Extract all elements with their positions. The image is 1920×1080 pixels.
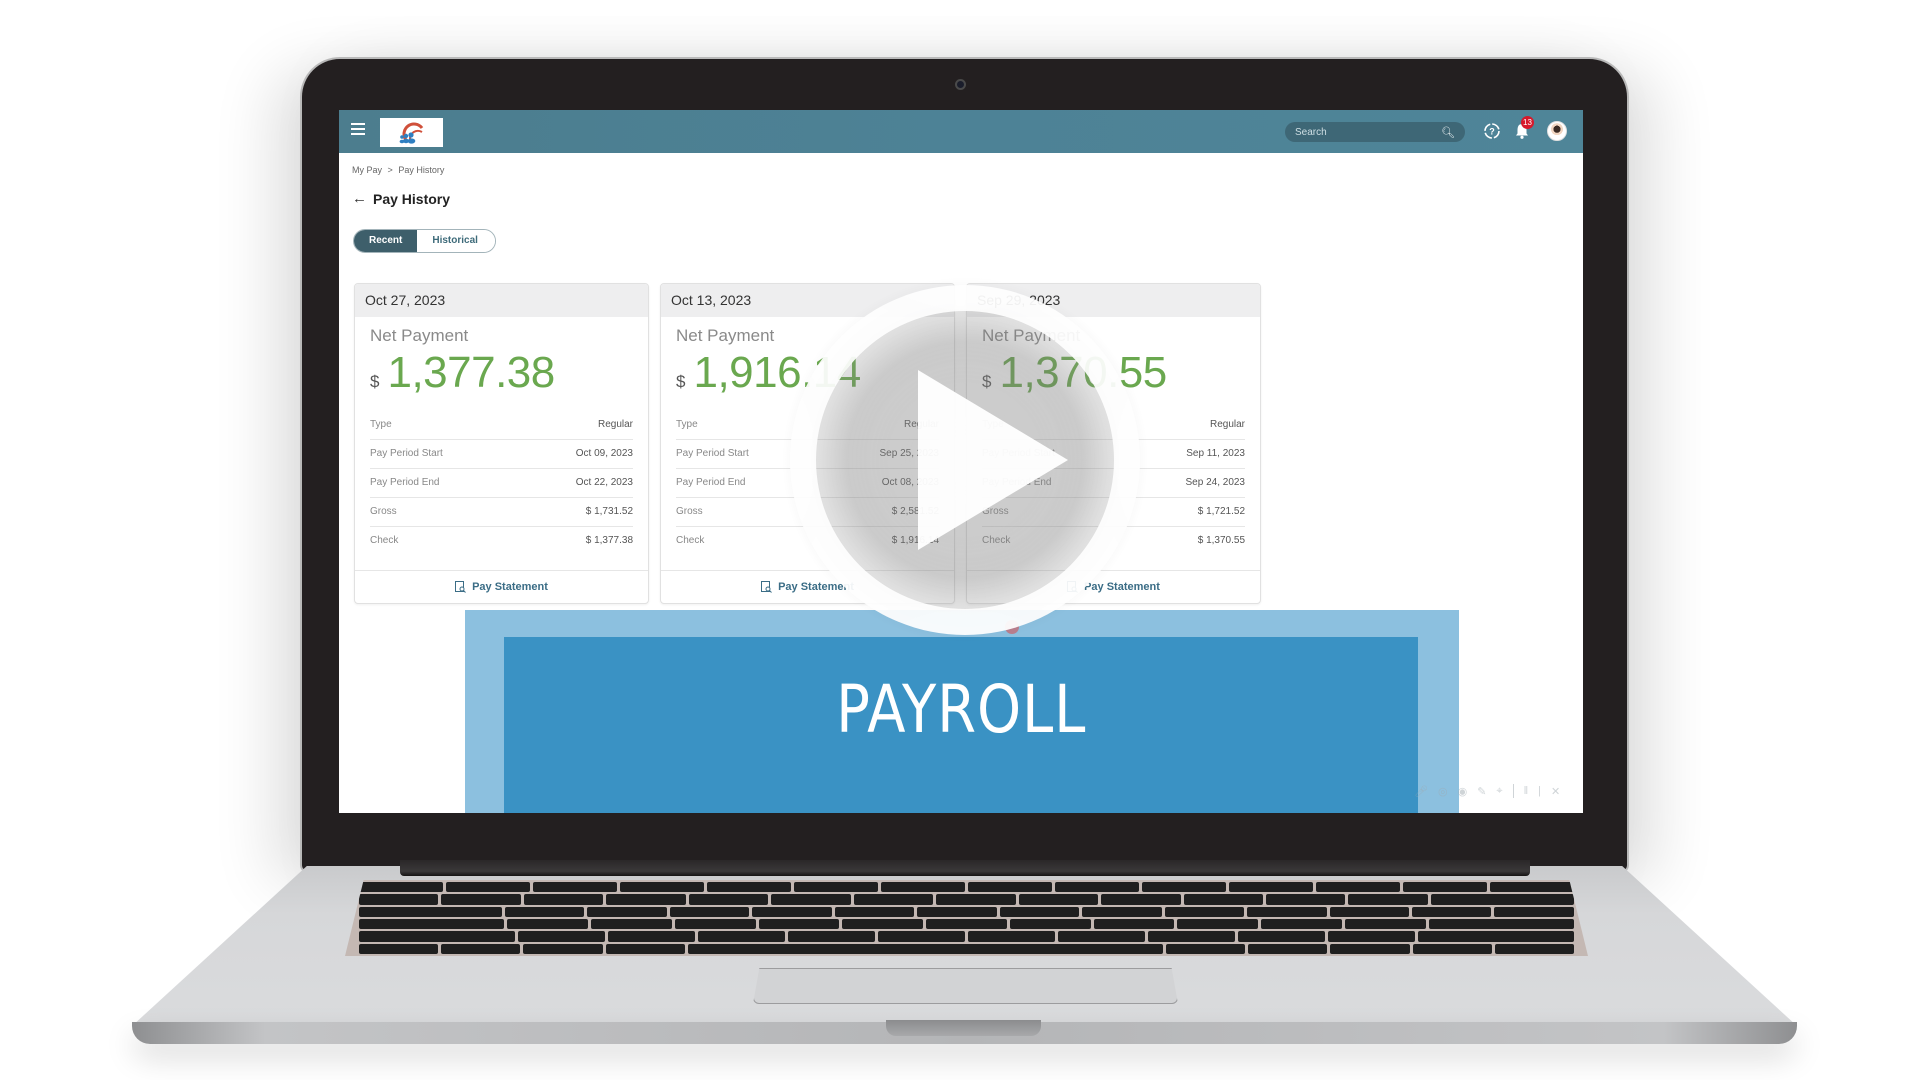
detail-value: Oct 09, 2023 bbox=[575, 448, 633, 459]
recording-toolbar: 🎤︎ ◎ ◉ ✎ ⌖ ‖ | ✕ bbox=[1414, 784, 1560, 798]
search-box[interactable]: 🔍︎ bbox=[1285, 122, 1465, 142]
currency-symbol: $ bbox=[676, 372, 686, 391]
payroll-banner-inner: PAYROLL bbox=[504, 637, 1418, 813]
detail-label: Pay Period Start bbox=[370, 448, 443, 459]
camera-icon bbox=[955, 79, 966, 90]
pay-card: Oct 27, 2023 Net Payment $ 1,377.38 Type… bbox=[354, 283, 649, 604]
currency-symbol: $ bbox=[370, 372, 380, 391]
pencil-icon[interactable]: ✎ bbox=[1477, 785, 1486, 798]
detail-value: $ 1,731.52 bbox=[585, 506, 633, 517]
tab-historical[interactable]: Historical bbox=[417, 230, 495, 252]
detail-label: Check bbox=[370, 535, 399, 546]
detail-label: Pay Period Start bbox=[676, 448, 749, 459]
close-icon[interactable]: ✕ bbox=[1551, 785, 1560, 798]
detail-row: Type Regular bbox=[370, 411, 633, 440]
document-search-icon bbox=[761, 581, 772, 593]
detail-label: Type bbox=[370, 419, 392, 430]
detail-value: Sep 24, 2023 bbox=[1185, 477, 1246, 488]
laptop-notch bbox=[886, 1020, 1041, 1036]
page-title: Pay History bbox=[373, 190, 451, 207]
detail-label: Type bbox=[676, 419, 698, 430]
breadcrumb-separator: > bbox=[387, 165, 393, 175]
detail-value: Oct 22, 2023 bbox=[575, 477, 633, 488]
pay-details: Type Regular Pay Period Start Oct 09, 2023… bbox=[370, 411, 633, 556]
search-input[interactable] bbox=[1295, 126, 1442, 138]
detail-value: Regular bbox=[597, 419, 633, 430]
detail-value: Regular bbox=[1209, 419, 1245, 430]
payroll-title: PAYROLL bbox=[835, 671, 1087, 748]
hamburger-icon[interactable] bbox=[351, 123, 365, 137]
arrow-left-icon[interactable]: ← bbox=[352, 190, 367, 207]
detail-label: Pay Period End bbox=[676, 477, 746, 488]
laptop-trackpad bbox=[753, 968, 1178, 1004]
help-icon[interactable]: ? bbox=[1482, 121, 1502, 141]
svg-text:?: ? bbox=[1489, 127, 1495, 137]
stop-icon[interactable]: | bbox=[1538, 785, 1541, 797]
laptop-keyboard bbox=[345, 880, 1588, 956]
video-play-button[interactable] bbox=[780, 275, 1150, 645]
user-avatar[interactable] bbox=[1547, 121, 1567, 141]
pay-statement-link[interactable]: Pay Statement bbox=[355, 570, 648, 603]
detail-label: Pay Period End bbox=[370, 477, 440, 488]
pay-statement-label[interactable]: Pay Statement bbox=[472, 581, 548, 593]
detail-label: Gross bbox=[676, 506, 703, 517]
detail-row: Pay Period Start Oct 09, 2023 bbox=[370, 440, 633, 469]
toolbar-divider bbox=[1512, 784, 1514, 798]
company-logo[interactable] bbox=[380, 118, 443, 147]
play-icon bbox=[918, 370, 1068, 550]
tab-recent[interactable]: Recent bbox=[354, 230, 418, 252]
breadcrumb-my-pay[interactable]: My Pay bbox=[352, 165, 382, 175]
cursor-icon[interactable]: ⌖ bbox=[1496, 785, 1502, 798]
detail-row: Gross $ 1,731.52 bbox=[370, 498, 633, 527]
detail-value: $ 1,370.55 bbox=[1197, 535, 1245, 546]
net-payment-value: 1,377.38 bbox=[387, 348, 555, 397]
detail-label: Check bbox=[676, 535, 705, 546]
detail-row: Pay Period End Oct 22, 2023 bbox=[370, 469, 633, 498]
detail-value: Sep 11, 2023 bbox=[1186, 448, 1245, 459]
camera-icon[interactable]: ◎ bbox=[1438, 785, 1448, 798]
mic-icon[interactable]: 🎤︎ bbox=[1414, 785, 1428, 798]
detail-value: $ 1,721.52 bbox=[1197, 506, 1245, 517]
webcam-icon[interactable]: ◉ bbox=[1458, 785, 1468, 798]
pay-date: Oct 27, 2023 bbox=[355, 284, 648, 317]
detail-row: Check $ 1,377.38 bbox=[370, 527, 633, 556]
laptop-hinge bbox=[400, 860, 1530, 876]
tab-group: Recent Historical bbox=[353, 229, 496, 253]
search-icon[interactable]: 🔍︎ bbox=[1441, 126, 1455, 139]
pause-icon[interactable]: ‖ bbox=[1524, 785, 1529, 797]
page-header: ← Pay History bbox=[352, 190, 450, 207]
detail-value: $ 1,377.38 bbox=[585, 535, 633, 546]
breadcrumb-pay-history: Pay History bbox=[398, 165, 445, 175]
app-header: 🔍︎ ? 13 bbox=[339, 110, 1583, 153]
detail-label: Gross bbox=[370, 506, 397, 517]
net-payment-label: Net Payment bbox=[370, 326, 469, 345]
document-search-icon bbox=[455, 581, 466, 593]
notification-badge: 13 bbox=[1521, 116, 1534, 129]
breadcrumb: My Pay > Pay History bbox=[352, 165, 447, 175]
